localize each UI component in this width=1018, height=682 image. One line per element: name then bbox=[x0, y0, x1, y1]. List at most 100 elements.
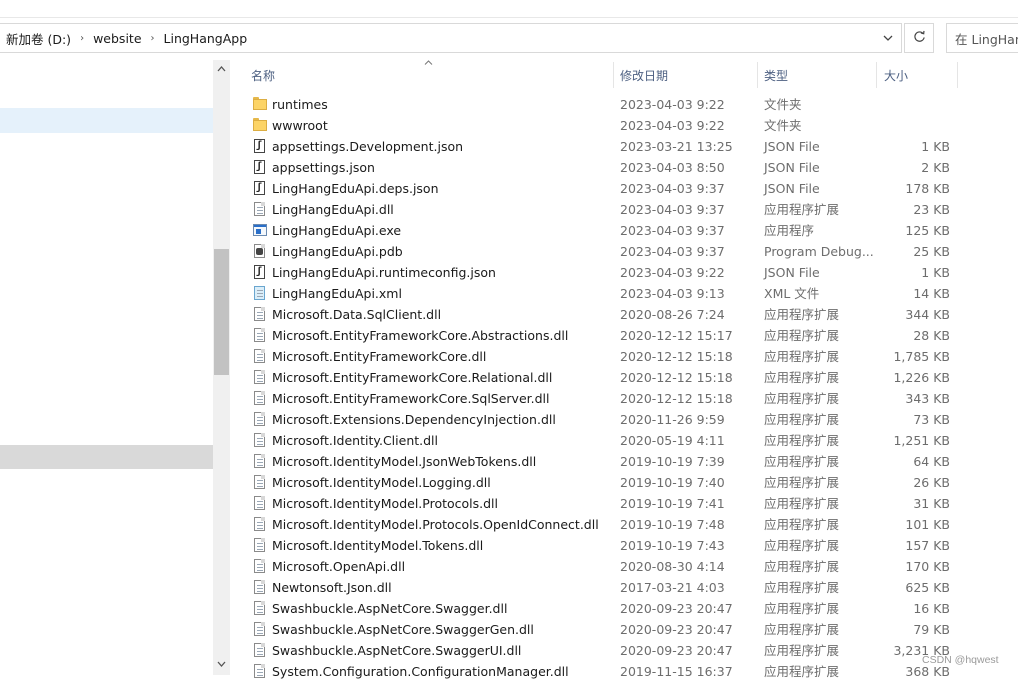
file-date: 2020-12-12 15:18 bbox=[620, 370, 733, 385]
file-date: 2020-12-12 15:18 bbox=[620, 349, 733, 364]
navigation-scrollbar[interactable] bbox=[213, 60, 230, 675]
refresh-button[interactable] bbox=[904, 23, 934, 53]
search-input[interactable] bbox=[955, 25, 1018, 51]
breadcrumb-website[interactable]: website bbox=[89, 31, 145, 46]
file-name: Microsoft.IdentityModel.Protocols.OpenId… bbox=[272, 517, 599, 532]
file-row[interactable]: Swashbuckle.AspNetCore.SwaggerUI.dll 2020… bbox=[245, 640, 1018, 661]
file-row[interactable]: Microsoft.EntityFrameworkCore.SqlServer.… bbox=[245, 388, 1018, 409]
file-row[interactable]: Swashbuckle.AspNetCore.SwaggerGen.dll 202… bbox=[245, 619, 1018, 640]
file-name: wwwroot bbox=[272, 118, 328, 133]
file-date: 2023-04-03 9:37 bbox=[620, 181, 725, 196]
file-row[interactable]: Microsoft.Data.SqlClient.dll 2020-08-26 7… bbox=[245, 304, 1018, 325]
file-date: 2023-04-03 8:50 bbox=[620, 160, 725, 175]
file-type: 应用程序扩展 bbox=[764, 601, 840, 616]
column-divider[interactable] bbox=[876, 62, 877, 88]
file-type: 文件夹 bbox=[764, 118, 802, 133]
file-size: 1 KB bbox=[921, 139, 950, 154]
file-type: 应用程序扩展 bbox=[764, 496, 840, 511]
file-date: 2023-04-03 9:22 bbox=[620, 265, 725, 280]
file-date: 2020-05-19 4:11 bbox=[620, 433, 725, 448]
file-size: 178 KB bbox=[905, 181, 950, 196]
file-row[interactable]: Microsoft.OpenApi.dll 2020-08-30 4:14 应用程序… bbox=[245, 556, 1018, 577]
file-row[interactable]: runtimes 2023-04-03 9:22 文件夹 bbox=[245, 94, 1018, 115]
dll-file-icon bbox=[253, 538, 268, 553]
file-type: 应用程序扩展 bbox=[764, 643, 840, 658]
column-header-name[interactable]: 名称 bbox=[251, 62, 275, 88]
json-file-icon: ʃ bbox=[253, 181, 268, 196]
dll-file-icon bbox=[253, 664, 268, 679]
file-row[interactable]: Microsoft.EntityFrameworkCore.dll 2020-12… bbox=[245, 346, 1018, 367]
file-row[interactable]: ʃ LingHangEduApi.deps.json 2023-04-03 9:37… bbox=[245, 178, 1018, 199]
file-date: 2020-11-26 9:59 bbox=[620, 412, 725, 427]
file-name: LingHangEduApi.pdb bbox=[272, 244, 403, 259]
file-row[interactable]: Microsoft.Extensions.DependencyInjection… bbox=[245, 409, 1018, 430]
file-type: 应用程序扩展 bbox=[764, 580, 840, 595]
search-box[interactable] bbox=[946, 23, 1018, 53]
nav-item-selected[interactable] bbox=[0, 108, 213, 133]
scroll-down-icon[interactable] bbox=[213, 655, 230, 672]
column-header-size[interactable]: 大小 bbox=[884, 62, 908, 88]
file-row[interactable]: ʃ appsettings.Development.json 2023-03-21 … bbox=[245, 136, 1018, 157]
file-name: appsettings.Development.json bbox=[272, 139, 464, 154]
dll-file-icon bbox=[253, 601, 268, 616]
file-row[interactable]: ʃ LingHangEduApi.runtimeconfig.json 2023-0… bbox=[245, 262, 1018, 283]
column-divider[interactable] bbox=[957, 62, 958, 88]
column-divider[interactable] bbox=[757, 62, 758, 88]
file-size: 23 KB bbox=[913, 202, 950, 217]
file-type: 应用程序扩展 bbox=[764, 433, 840, 448]
file-date: 2019-10-19 7:48 bbox=[620, 517, 725, 532]
column-header-date[interactable]: 修改日期 bbox=[620, 62, 668, 88]
file-type: JSON File bbox=[764, 160, 820, 175]
file-row[interactable]: LingHangEduApi.exe 2023-04-03 9:37 应用程序 125… bbox=[245, 220, 1018, 241]
file-row[interactable]: Microsoft.IdentityModel.JsonWebTokens.dl… bbox=[245, 451, 1018, 472]
file-row[interactable]: Microsoft.EntityFrameworkCore.Abstractio… bbox=[245, 325, 1018, 346]
scrollbar-thumb[interactable] bbox=[214, 249, 229, 375]
breadcrumb-drive[interactable]: 新加卷 (D:) bbox=[2, 29, 75, 48]
file-name: Microsoft.OpenApi.dll bbox=[272, 559, 406, 574]
file-row[interactable]: Swashbuckle.AspNetCore.Swagger.dll 2020-0… bbox=[245, 598, 1018, 619]
file-list[interactable]: runtimes 2023-04-03 9:22 文件夹 wwwroot 2023-04… bbox=[245, 94, 1018, 682]
file-row[interactable]: Microsoft.IdentityModel.Tokens.dll 2019-1… bbox=[245, 535, 1018, 556]
file-type: 应用程序扩展 bbox=[764, 475, 840, 490]
file-date: 2019-11-15 16:37 bbox=[620, 664, 733, 679]
file-row[interactable]: LingHangEduApi.xml 2023-04-03 9:13 XML 文件 1… bbox=[245, 283, 1018, 304]
navigation-pane[interactable] bbox=[0, 60, 213, 675]
column-divider[interactable] bbox=[613, 62, 614, 88]
file-row[interactable]: Microsoft.IdentityModel.Protocols.dll 201… bbox=[245, 493, 1018, 514]
column-header-name-label: 名称 bbox=[251, 68, 276, 83]
file-row[interactable]: Microsoft.Identity.Client.dll 2020-05-19 … bbox=[245, 430, 1018, 451]
breadcrumb-chevron-icon[interactable]: › bbox=[146, 33, 160, 44]
file-row[interactable]: wwwroot 2023-04-03 9:22 文件夹 bbox=[245, 115, 1018, 136]
json-file-icon: ʃ bbox=[253, 265, 268, 280]
dll-file-icon bbox=[253, 328, 268, 343]
exe-file-icon bbox=[253, 223, 268, 238]
folder-icon bbox=[253, 97, 268, 112]
dll-file-icon bbox=[253, 433, 268, 448]
file-type: 应用程序扩展 bbox=[764, 328, 840, 343]
file-row[interactable]: ʃ appsettings.json 2023-04-03 8:50 JSON Fil… bbox=[245, 157, 1018, 178]
file-type: JSON File bbox=[764, 265, 820, 280]
breadcrumb-chevron-icon[interactable]: › bbox=[75, 33, 89, 44]
column-header-type[interactable]: 类型 bbox=[764, 62, 788, 88]
file-row[interactable]: Microsoft.IdentityModel.Protocols.OpenId… bbox=[245, 514, 1018, 535]
file-row[interactable]: LingHangEduApi.pdb 2023-04-03 9:37 Program… bbox=[245, 241, 1018, 262]
scroll-up-icon[interactable] bbox=[213, 60, 230, 77]
dll-file-icon bbox=[253, 475, 268, 490]
file-row[interactable]: Microsoft.IdentityModel.Logging.dll 2019-… bbox=[245, 472, 1018, 493]
breadcrumb-linghangapp[interactable]: LingHangApp bbox=[160, 31, 252, 46]
file-row[interactable]: Newtonsoft.Json.dll 2017-03-21 4:03 应用程序扩展… bbox=[245, 577, 1018, 598]
breadcrumb: 新加卷 (D:) › website › LingHangApp bbox=[2, 24, 251, 52]
chevron-down-icon[interactable] bbox=[876, 24, 900, 52]
file-type: Program Debug... bbox=[764, 244, 874, 259]
address-bar[interactable]: 新加卷 (D:) › website › LingHangApp bbox=[0, 23, 902, 53]
dll-file-icon bbox=[253, 496, 268, 511]
file-row[interactable]: LingHangEduApi.dll 2023-04-03 9:37 应用程序扩展 2… bbox=[245, 199, 1018, 220]
file-date: 2023-04-03 9:22 bbox=[620, 118, 725, 133]
file-size: 64 KB bbox=[913, 454, 950, 469]
file-date: 2020-08-26 7:24 bbox=[620, 307, 725, 322]
file-row[interactable]: Microsoft.EntityFrameworkCore.Relational… bbox=[245, 367, 1018, 388]
nav-item-hover[interactable] bbox=[0, 445, 213, 469]
file-size: 1,251 KB bbox=[893, 433, 950, 448]
file-type: 应用程序扩展 bbox=[764, 307, 840, 322]
file-row[interactable]: System.Configuration.ConfigurationManage… bbox=[245, 661, 1018, 682]
